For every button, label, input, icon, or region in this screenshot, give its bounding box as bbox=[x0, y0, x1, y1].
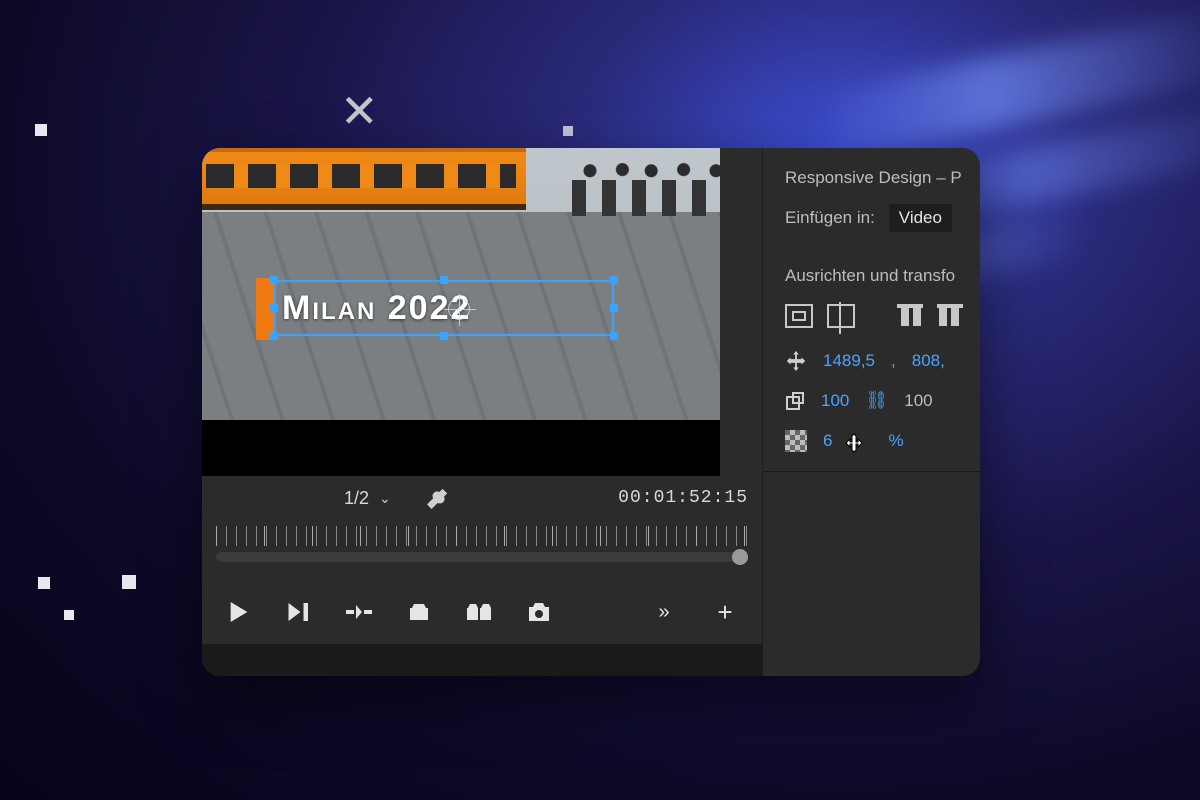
link-icon[interactable]: ⛓ bbox=[865, 390, 888, 411]
editor-panel: Milan 2022 1/2 ⌄ 00:01:52:15 bbox=[202, 148, 980, 676]
export-frame-button[interactable] bbox=[404, 599, 434, 625]
resize-handle[interactable] bbox=[610, 304, 618, 312]
snapshot-button[interactable] bbox=[524, 599, 554, 625]
play-button[interactable] bbox=[224, 599, 254, 625]
divider bbox=[763, 471, 980, 472]
settings-wrench-icon[interactable] bbox=[427, 487, 449, 509]
section-align-transform: Ausrichten und transfo bbox=[785, 266, 980, 286]
bg-square bbox=[38, 577, 50, 589]
playhead-thumb[interactable] bbox=[732, 549, 748, 565]
bg-square bbox=[122, 575, 136, 589]
position-sep: , bbox=[891, 351, 896, 371]
align-center-icon[interactable] bbox=[827, 304, 855, 328]
resize-handle[interactable] bbox=[270, 304, 278, 312]
opacity-value[interactable]: 6 bbox=[823, 431, 832, 451]
position-x[interactable]: 1489,5 bbox=[823, 351, 875, 371]
scale-value[interactable]: 100 bbox=[821, 391, 849, 411]
scale-linked-value[interactable]: 100 bbox=[904, 391, 932, 411]
align-left-icon[interactable] bbox=[785, 304, 813, 328]
properties-panel: Responsive Design – P Einfügen in: Video… bbox=[762, 148, 980, 676]
align-top-icon[interactable] bbox=[897, 304, 923, 328]
bg-square bbox=[64, 610, 74, 620]
scrub-cursor-icon bbox=[842, 431, 866, 455]
add-button[interactable]: + bbox=[710, 599, 740, 625]
insert-into-select[interactable]: Video bbox=[889, 204, 952, 232]
resize-handle[interactable] bbox=[440, 276, 448, 284]
resize-handle[interactable] bbox=[440, 332, 448, 340]
resize-handle[interactable] bbox=[270, 276, 278, 284]
position-y[interactable]: 808, bbox=[912, 351, 945, 371]
anchor-point-icon[interactable] bbox=[448, 298, 470, 320]
zoom-value: 1/2 bbox=[344, 488, 369, 509]
comparison-view-button[interactable] bbox=[464, 599, 494, 625]
insert-into-label: Einfügen in: bbox=[785, 208, 875, 228]
close-icon[interactable]: ✕ bbox=[340, 88, 379, 134]
chevron-down-icon: ⌄ bbox=[379, 490, 391, 507]
section-responsive-design: Responsive Design – P bbox=[785, 168, 980, 188]
opacity-icon[interactable] bbox=[785, 430, 807, 452]
resize-handle[interactable] bbox=[610, 276, 618, 284]
scrub-track[interactable] bbox=[216, 552, 748, 562]
insert-button[interactable] bbox=[344, 599, 374, 625]
title-selection[interactable]: Milan 2022 bbox=[256, 274, 616, 344]
align-middle-icon[interactable] bbox=[937, 304, 963, 328]
program-monitor: Milan 2022 1/2 ⌄ 00:01:52:15 bbox=[202, 148, 762, 676]
preview-canvas[interactable]: Milan 2022 bbox=[202, 148, 762, 476]
transport-bar: » + bbox=[202, 580, 762, 644]
opacity-unit: % bbox=[888, 431, 903, 451]
bg-square bbox=[563, 126, 573, 136]
time-ruler[interactable] bbox=[202, 520, 762, 580]
scale-icon[interactable] bbox=[785, 391, 805, 411]
timecode[interactable]: 00:01:52:15 bbox=[618, 488, 748, 508]
resize-handle[interactable] bbox=[610, 332, 618, 340]
monitor-info-bar: 1/2 ⌄ 00:01:52:15 bbox=[202, 476, 762, 520]
zoom-select[interactable]: 1/2 ⌄ bbox=[344, 488, 391, 509]
step-forward-button[interactable] bbox=[284, 599, 314, 625]
more-buttons[interactable]: » bbox=[650, 599, 680, 625]
bg-square bbox=[35, 124, 47, 136]
move-icon[interactable] bbox=[785, 350, 807, 372]
resize-handle[interactable] bbox=[270, 332, 278, 340]
